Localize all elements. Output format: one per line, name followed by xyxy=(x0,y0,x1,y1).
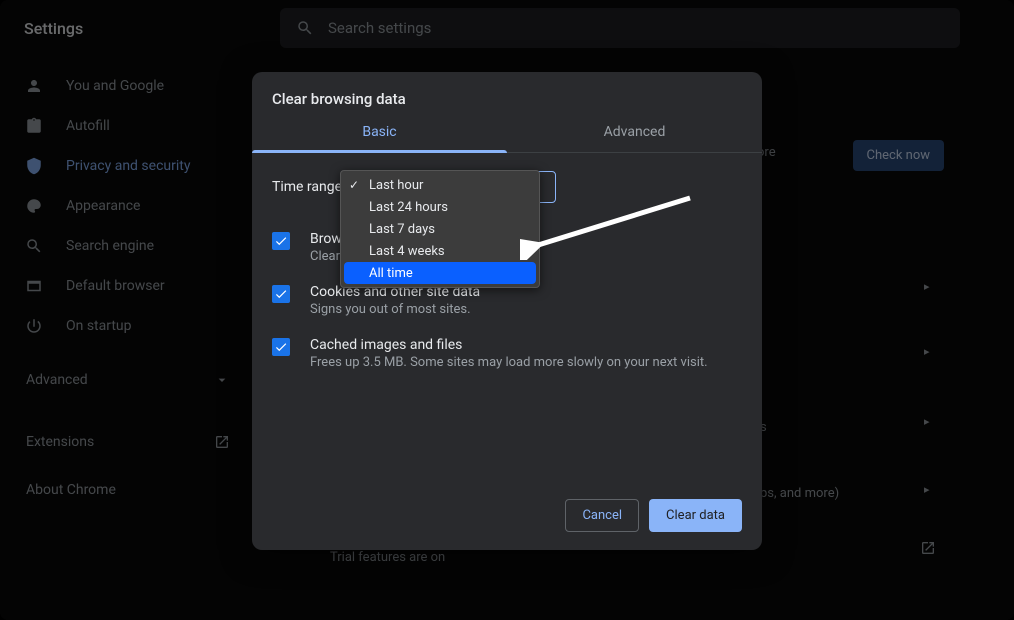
about-label: About Chrome xyxy=(26,482,116,498)
dialog-footer: Cancel Clear data xyxy=(252,487,762,550)
sidebar-item-you-and-google[interactable]: You and Google xyxy=(12,66,244,106)
clear-browsing-data-dialog: Clear browsing data Basic Advanced Time … xyxy=(252,72,762,550)
palette-icon xyxy=(24,196,44,216)
row-title: Cached images and files xyxy=(310,337,708,353)
search-input[interactable] xyxy=(328,19,944,37)
check-now-button[interactable]: Check now xyxy=(853,140,945,171)
sidebar-item-on-startup[interactable]: On startup xyxy=(12,306,244,346)
chevron-down-icon xyxy=(214,372,230,388)
advanced-label: Advanced xyxy=(26,372,88,388)
dropdown-option-last-4-weeks[interactable]: ✓Last 4 weeks xyxy=(341,240,539,262)
dialog-title: Clear browsing data xyxy=(252,72,762,114)
time-range-dropdown: ✓ Last hour ✓Last 24 hours ✓Last 7 days ✓… xyxy=(340,170,540,288)
sidebar-item-label: Privacy and security xyxy=(66,158,190,174)
chevron-right-icon: ▸ xyxy=(924,415,930,428)
sidebar-item-privacy[interactable]: Privacy and security xyxy=(12,146,244,186)
sidebar-item-autofill[interactable]: Autofill xyxy=(12,106,244,146)
dropdown-option-last-24-hours[interactable]: ✓Last 24 hours xyxy=(341,196,539,218)
sidebar-item-appearance[interactable]: Appearance xyxy=(12,186,244,226)
sidebar-item-label: You and Google xyxy=(66,78,164,94)
extensions-label: Extensions xyxy=(26,434,94,450)
open-in-new-icon xyxy=(920,540,936,556)
sidebar-item-label: Default browser xyxy=(66,278,165,294)
person-icon xyxy=(24,76,44,96)
open-in-new-icon xyxy=(214,434,230,450)
tab-advanced[interactable]: Advanced xyxy=(507,114,762,152)
top-bar: Settings xyxy=(0,0,1014,56)
chevron-right-icon: ▸ xyxy=(924,483,930,496)
chevron-right-icon: ▸ xyxy=(924,280,930,293)
sidebar-item-search-engine[interactable]: Search engine xyxy=(12,226,244,266)
sidebar-item-label: Appearance xyxy=(66,198,140,214)
bg-trial-text: Trial features are on xyxy=(330,550,445,565)
bg-fragment: ps, and more) xyxy=(760,486,839,501)
checkbox[interactable] xyxy=(272,232,290,250)
checkbox[interactable] xyxy=(272,338,290,356)
option-label: Last 7 days xyxy=(369,222,435,237)
cancel-button[interactable]: Cancel xyxy=(565,499,639,532)
option-label: Last 24 hours xyxy=(369,200,448,215)
dropdown-option-last-7-days[interactable]: ✓Last 7 days xyxy=(341,218,539,240)
dropdown-option-all-time[interactable]: ✓All time xyxy=(344,262,536,284)
chevron-right-icon: ▸ xyxy=(924,345,930,358)
window-icon xyxy=(24,276,44,296)
row-subtitle: Frees up 3.5 MB. Some sites may load mor… xyxy=(310,355,708,370)
option-label: Last 4 weeks xyxy=(369,244,445,259)
time-range-label: Time range xyxy=(272,179,342,195)
sidebar-item-default-browser[interactable]: Default browser xyxy=(12,266,244,306)
app-root: Settings You and Google Autofill Privacy… xyxy=(0,0,1014,620)
sidebar-item-label: On startup xyxy=(66,318,132,334)
shield-icon xyxy=(24,156,44,176)
checkbox[interactable] xyxy=(272,285,290,303)
option-label: Last hour xyxy=(369,178,423,193)
search-container[interactable] xyxy=(280,8,960,48)
power-icon xyxy=(24,316,44,336)
search-icon xyxy=(296,19,314,37)
option-label: All time xyxy=(369,266,413,281)
sidebar-advanced[interactable]: Advanced xyxy=(12,360,244,400)
sidebar-item-label: Search engine xyxy=(66,238,154,254)
dialog-tabs: Basic Advanced xyxy=(252,114,762,153)
sidebar: You and Google Autofill Privacy and secu… xyxy=(12,66,244,510)
tab-basic[interactable]: Basic xyxy=(252,114,507,152)
sidebar-about[interactable]: About Chrome xyxy=(12,470,244,510)
sidebar-extensions[interactable]: Extensions xyxy=(12,422,244,462)
row-subtitle: Signs you out of most sites. xyxy=(310,302,480,317)
clear-data-button[interactable]: Clear data xyxy=(649,499,742,532)
clipboard-icon xyxy=(24,116,44,136)
search-icon xyxy=(24,236,44,256)
checkbox-row-cached: Cached images and files Frees up 3.5 MB.… xyxy=(272,327,742,380)
check-icon: ✓ xyxy=(349,178,363,192)
dropdown-option-last-hour[interactable]: ✓ Last hour xyxy=(341,174,539,196)
page-title: Settings xyxy=(24,19,83,38)
sidebar-item-label: Autofill xyxy=(66,118,110,134)
